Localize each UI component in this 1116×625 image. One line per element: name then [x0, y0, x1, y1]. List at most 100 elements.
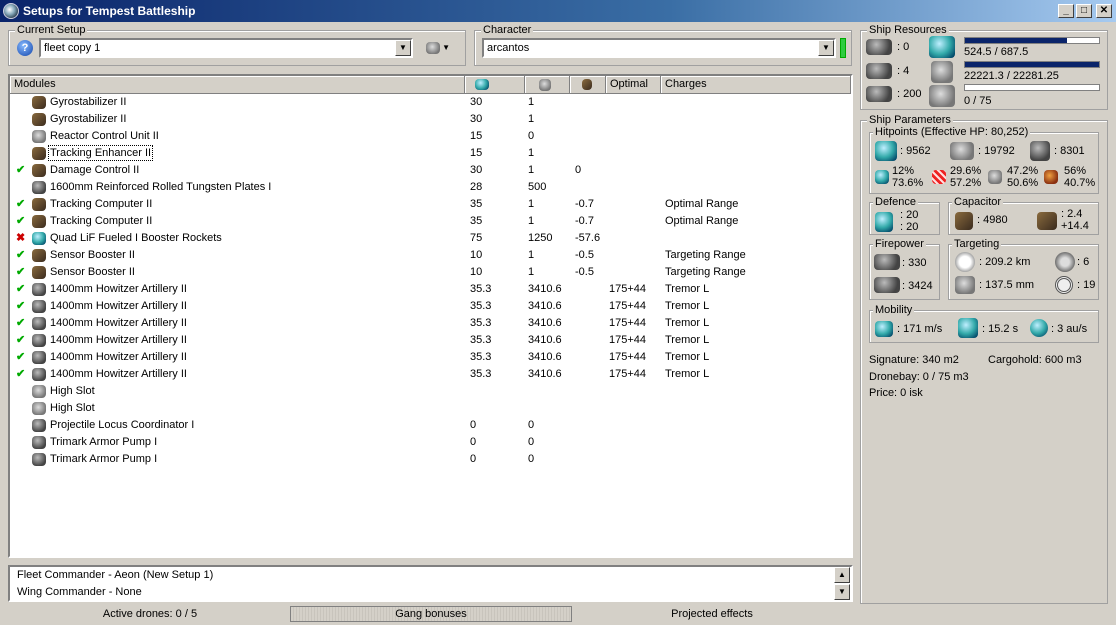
- table-row[interactable]: ✔ 1400mm Howitzer Artillery II 35.3 3410.6 1…: [10, 315, 850, 332]
- current-setup-label: Current Setup: [15, 24, 88, 37]
- module-active-checkmark-icon[interactable]: ✔: [16, 333, 25, 346]
- setup-menu-button[interactable]: ▼: [421, 39, 455, 57]
- module-powergrid: 1: [528, 266, 535, 278]
- kinetic-armor-resist: 50.6%: [1007, 177, 1039, 189]
- gang-list[interactable]: Fleet Commander - Aeon (New Setup 1) Win…: [8, 565, 853, 602]
- active-drones-label[interactable]: Active drones: 0 / 5: [70, 606, 230, 625]
- artillery-icon: [32, 300, 46, 313]
- list-item[interactable]: Wing Commander - None: [17, 586, 142, 598]
- app-icon: [3, 3, 19, 19]
- module-offline-x-icon[interactable]: ✖: [16, 231, 25, 244]
- thermal-resist-values: 29.6% 57.2%: [950, 165, 981, 189]
- table-row[interactable]: ✔ 1400mm Howitzer Artillery II 35.3 3410.6 1…: [10, 298, 850, 315]
- drone-bandwidth-bar: [964, 84, 1100, 91]
- module-active-checkmark-icon[interactable]: ✔: [16, 316, 25, 329]
- module-name: 1400mm Howitzer Artillery II: [50, 300, 187, 312]
- maximize-button[interactable]: □: [1076, 4, 1092, 18]
- scroll-up-button[interactable]: ▲: [834, 567, 850, 583]
- module-name: 1400mm Howitzer Artillery II: [50, 351, 187, 363]
- scroll-down-button[interactable]: ▼: [834, 584, 850, 600]
- modules-header[interactable]: Modules: [10, 76, 465, 94]
- module-active-checkmark-icon[interactable]: ✔: [16, 265, 25, 278]
- table-row[interactable]: ✖ Quad LiF Fueled I Booster Rockets 75 1250…: [10, 230, 850, 247]
- table-row[interactable]: ✔ 1400mm Howitzer Artillery II 35.3 3410.6 1…: [10, 332, 850, 349]
- artillery-icon: [32, 334, 46, 347]
- table-row[interactable]: Tracking Enhancer II 15 1: [10, 145, 850, 162]
- table-row[interactable]: Projectile Locus Coordinator I 0 0: [10, 417, 850, 434]
- table-row[interactable]: Gyrostabilizer II 30 1: [10, 94, 850, 111]
- module-cpu: 15: [470, 147, 483, 159]
- table-row[interactable]: High Slot: [10, 400, 850, 417]
- module-name: Damage Control II: [50, 164, 140, 176]
- table-row[interactable]: ✔ Sensor Booster II 10 1 -0.5 Targeting Range: [10, 264, 850, 281]
- module-powergrid: 1: [528, 147, 535, 159]
- help-icon[interactable]: ?: [17, 40, 33, 56]
- table-row[interactable]: ✔ Damage Control II 30 1 0: [10, 162, 850, 179]
- module-cpu: 30: [470, 96, 483, 108]
- close-button[interactable]: ✕: [1096, 4, 1112, 18]
- optimal-header[interactable]: Optimal: [606, 76, 661, 94]
- module-active-checkmark-icon[interactable]: ✔: [16, 367, 25, 380]
- module-name: Projectile Locus Coordinator I: [50, 419, 195, 431]
- module-optimal: 175+44: [609, 283, 647, 295]
- ship-parameters-group: Ship Parameters Hitpoints (Effective HP:…: [860, 114, 1108, 604]
- module-name: Quad LiF Fueled I Booster Rockets: [50, 232, 222, 244]
- module-charge: Tremor L: [665, 300, 710, 312]
- module-powergrid: 0: [528, 130, 535, 142]
- projected-effects-button[interactable]: Projected effects: [632, 606, 792, 625]
- cpu-header[interactable]: [465, 76, 525, 94]
- capacitor-icon: [582, 79, 592, 90]
- table-row[interactable]: Trimark Armor Pump I 0 0: [10, 434, 850, 451]
- module-name: High Slot: [50, 385, 95, 397]
- table-row[interactable]: ✔ Tracking Computer II 35 1 -0.7 Optimal Rang…: [10, 196, 850, 213]
- afterburner-icon: [32, 232, 46, 245]
- module-capacitor: -0.7: [575, 215, 594, 227]
- powergrid-usage-fill: [965, 62, 1099, 67]
- module-active-checkmark-icon[interactable]: ✔: [16, 282, 25, 295]
- module-powergrid: 0: [528, 436, 535, 448]
- table-row[interactable]: ✔ 1400mm Howitzer Artillery II 35.3 3410.6 1…: [10, 366, 850, 383]
- module-active-checkmark-icon[interactable]: ✔: [16, 248, 25, 261]
- minimize-button[interactable]: _: [1058, 4, 1074, 18]
- thermal-resist-icon: [932, 170, 946, 184]
- firepower-group: Firepower : 330 : 3424: [869, 238, 940, 300]
- turret-dps-icon: [874, 254, 900, 270]
- module-cpu: 0: [470, 453, 477, 465]
- module-name: Tracking Computer II: [50, 215, 153, 227]
- module-active-checkmark-icon[interactable]: ✔: [16, 350, 25, 363]
- charges-header[interactable]: Charges: [661, 76, 851, 94]
- module-name: Gyrostabilizer II: [50, 96, 127, 108]
- table-row[interactable]: ✔ Sensor Booster II 10 1 -0.5 Targeting Range: [10, 247, 850, 264]
- list-item[interactable]: Fleet Commander - Aeon (New Setup 1): [17, 569, 213, 581]
- table-row[interactable]: Reactor Control Unit II 15 0: [10, 128, 850, 145]
- table-row[interactable]: ✔ 1400mm Howitzer Artillery II 35.3 3410.6 1…: [10, 281, 850, 298]
- chevron-down-icon[interactable]: ▼: [395, 40, 411, 56]
- module-name: Reactor Control Unit II: [50, 130, 159, 142]
- setup-select[interactable]: fleet copy 1 ▼: [39, 38, 413, 58]
- table-row[interactable]: Gyrostabilizer II 30 1: [10, 111, 850, 128]
- table-row[interactable]: High Slot: [10, 383, 850, 400]
- table-row[interactable]: ✔ 1400mm Howitzer Artillery II 35.3 3410.6 1…: [10, 349, 850, 366]
- chevron-down-icon[interactable]: ▼: [818, 40, 834, 56]
- module-active-checkmark-icon[interactable]: ✔: [16, 163, 25, 176]
- artillery-icon: [32, 368, 46, 381]
- powergrid-header[interactable]: [525, 76, 570, 94]
- table-row[interactable]: 1600mm Reinforced Rolled Tungsten Plates…: [10, 179, 850, 196]
- module-powergrid: 1: [528, 198, 535, 210]
- gang-bonuses-button[interactable]: Gang bonuses: [290, 606, 572, 622]
- module-active-checkmark-icon[interactable]: ✔: [16, 299, 25, 312]
- modules-list[interactable]: Modules Optimal Charges Gyrostabilizer I…: [8, 74, 853, 558]
- damage-control-icon: [32, 164, 46, 177]
- table-row[interactable]: Trimark Armor Pump I 0 0: [10, 451, 850, 468]
- module-active-checkmark-icon[interactable]: ✔: [16, 214, 25, 227]
- capacitor-header[interactable]: [570, 76, 606, 94]
- module-cpu: 10: [470, 266, 483, 278]
- character-select[interactable]: arcantos ▼: [482, 38, 836, 58]
- title-bar[interactable]: Setups for Tempest Battleship _ □ ✕: [0, 0, 1116, 22]
- module-active-checkmark-icon[interactable]: ✔: [16, 197, 25, 210]
- shield-hp-value: : 9562: [900, 145, 931, 157]
- dronebay-value: Dronebay: 0 / 75 m3: [869, 371, 969, 383]
- module-powergrid: 1250: [528, 232, 553, 244]
- table-row[interactable]: ✔ Tracking Computer II 35 1 -0.7 Optimal Rang…: [10, 213, 850, 230]
- defence-group: Defence : 20: 20: [869, 196, 940, 235]
